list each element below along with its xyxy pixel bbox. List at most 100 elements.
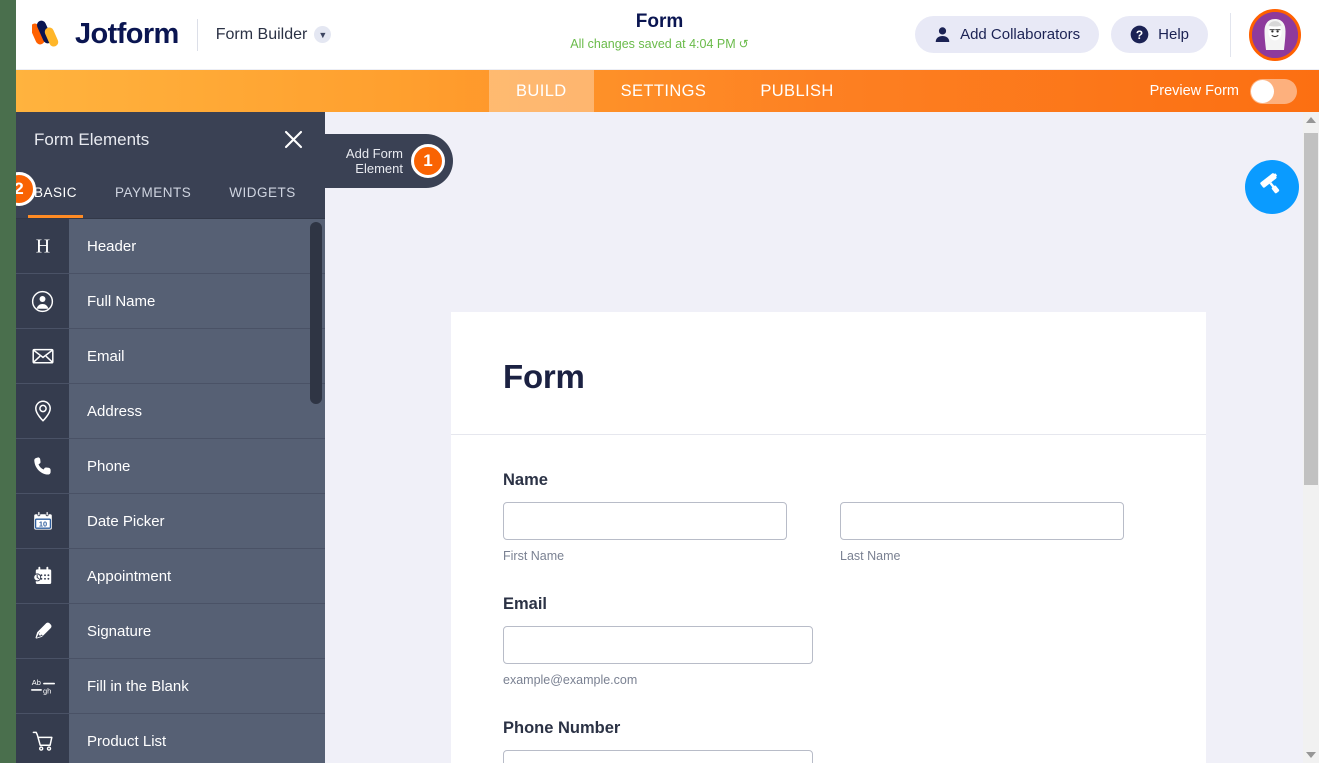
tab-settings[interactable]: SETTINGS <box>594 70 734 112</box>
preview-form-toggle[interactable]: Preview Form <box>1150 70 1319 112</box>
page-scrollbar[interactable] <box>1303 112 1319 763</box>
element-item-date-picker[interactable]: 10 Date Picker <box>16 494 325 549</box>
user-circle-icon <box>16 274 69 328</box>
panel-tab-widgets[interactable]: WIDGETS <box>229 167 296 218</box>
form-heading-block: Form <box>451 312 1206 434</box>
element-label: Product List <box>69 714 325 763</box>
last-name-input[interactable] <box>840 502 1124 540</box>
header-divider-2 <box>1230 13 1231 57</box>
element-label: Appointment <box>69 549 325 603</box>
field-name: Name First Name Last Name <box>503 471 1154 563</box>
left-edge-rail <box>0 0 16 763</box>
phone-input[interactable] <box>503 750 813 763</box>
envelope-icon <box>16 329 69 383</box>
element-label: Phone <box>69 439 325 493</box>
element-item-address[interactable]: Address <box>16 384 325 439</box>
pen-signature-icon <box>16 604 69 658</box>
panel-tab-payments[interactable]: PAYMENTS <box>115 167 191 218</box>
save-status-text: All changes saved at 4:04 PM <box>570 37 735 51</box>
element-label: Header <box>69 219 325 273</box>
logo-text: Jotform <box>75 18 179 51</box>
logo-area[interactable]: Jotform <box>32 18 179 51</box>
header-divider <box>197 19 198 51</box>
email-sublabel: example@example.com <box>503 673 1154 687</box>
field-email: Email example@example.com <box>503 595 1154 687</box>
avatar[interactable] <box>1249 9 1301 61</box>
element-item-fill-in-the-blank[interactable]: Ab gh Fill in the Blank <box>16 659 325 714</box>
first-name-input[interactable] <box>503 502 787 540</box>
first-name-sublabel: First Name <box>503 549 787 563</box>
element-item-product-list[interactable]: Product List <box>16 714 325 763</box>
element-item-header[interactable]: H Header <box>16 219 325 274</box>
element-item-email[interactable]: Email <box>16 329 325 384</box>
preview-toggle-switch[interactable] <box>1250 79 1297 104</box>
map-pin-icon <box>16 384 69 438</box>
scrollbar-thumb[interactable] <box>1304 133 1318 485</box>
element-label: Address <box>69 384 325 438</box>
field-label-name: Name <box>503 471 1154 490</box>
shopping-cart-icon <box>16 714 69 763</box>
add-collaborators-label: Add Collaborators <box>960 26 1080 43</box>
add-collaborators-button[interactable]: Add Collaborators <box>915 16 1099 53</box>
afe-line1: Add Form <box>346 146 403 161</box>
element-label: Fill in the Blank <box>69 659 325 713</box>
name-row: First Name Last Name <box>503 502 1154 563</box>
header-actions: Add Collaborators ? Help <box>915 9 1319 61</box>
element-label: Email <box>69 329 325 383</box>
person-icon <box>934 26 951 43</box>
scroll-up-arrow-icon[interactable] <box>1303 112 1319 128</box>
field-phone: Phone Number Please enter a valid phone … <box>503 719 1154 763</box>
field-label-phone: Phone Number <box>503 719 1154 738</box>
nav-spacer <box>16 70 489 112</box>
scrollbar-track[interactable] <box>1303 128 1319 747</box>
product-menu[interactable]: Form Builder ▼ <box>216 26 332 44</box>
email-input[interactable] <box>503 626 813 664</box>
form-preview-card: Form Name First Name Last Name <box>451 312 1206 763</box>
panel-tabs: BASIC PAYMENTS WIDGETS <box>16 167 325 219</box>
form-heading: Form <box>503 358 1154 396</box>
header-h-icon: H <box>16 219 69 273</box>
element-item-phone[interactable]: Phone <box>16 439 325 494</box>
calendar-10-icon: 10 <box>16 494 69 548</box>
first-name-col: First Name <box>503 502 787 563</box>
element-label: Signature <box>69 604 325 658</box>
main-nav-bar: BUILD SETTINGS PUBLISH Preview Form <box>16 70 1319 112</box>
preview-form-label: Preview Form <box>1150 83 1239 99</box>
undo-icon[interactable]: ↺ <box>739 35 749 53</box>
form-fields: Name First Name Last Name Email <box>451 435 1206 763</box>
tab-publish[interactable]: PUBLISH <box>733 70 860 112</box>
paint-roller-icon <box>1258 171 1286 204</box>
app-header: Jotform Form Builder ▼ Form All changes … <box>0 0 1319 70</box>
element-item-full-name[interactable]: Full Name <box>16 274 325 329</box>
panel-scrollbar-thumb[interactable] <box>310 222 322 404</box>
panel-scrollbar[interactable] <box>309 219 325 763</box>
product-menu-label: Form Builder <box>216 26 308 44</box>
form-builder-app: Jotform Form Builder ▼ Form All changes … <box>0 0 1319 763</box>
last-name-sublabel: Last Name <box>840 549 1124 563</box>
chevron-down-icon: ▼ <box>314 26 331 43</box>
tab-build[interactable]: BUILD <box>489 70 594 112</box>
fill-blank-abgh-icon: Ab gh <box>16 659 69 713</box>
element-item-appointment[interactable]: Appointment <box>16 549 325 604</box>
element-list: H Header Full Name <box>16 219 325 763</box>
phone-handset-icon <box>16 439 69 493</box>
toggle-knob <box>1251 80 1274 103</box>
svg-text:H: H <box>35 236 49 258</box>
question-circle-icon: ? <box>1130 25 1149 44</box>
add-form-element-button[interactable]: Add FormElement 1 <box>325 134 453 188</box>
panel-header: Form Elements <box>16 112 325 167</box>
panel-tab-basic[interactable]: BASIC <box>34 167 77 218</box>
afe-line2: Element <box>355 161 403 176</box>
svg-text:10: 10 <box>38 520 46 529</box>
form-elements-panel: Form Elements BASIC PAYMENTS WIDGETS H H… <box>16 112 325 763</box>
element-item-signature[interactable]: Signature <box>16 604 325 659</box>
help-button[interactable]: ? Help <box>1111 16 1208 53</box>
form-designer-button[interactable] <box>1245 160 1299 214</box>
field-label-email: Email <box>503 595 1154 614</box>
close-icon[interactable] <box>279 126 307 154</box>
jotform-logo-icon <box>32 19 66 51</box>
element-label: Full Name <box>69 274 325 328</box>
svg-text:gh: gh <box>43 686 51 695</box>
add-form-element-label: Add FormElement <box>341 146 403 176</box>
scroll-down-arrow-icon[interactable] <box>1303 747 1319 763</box>
